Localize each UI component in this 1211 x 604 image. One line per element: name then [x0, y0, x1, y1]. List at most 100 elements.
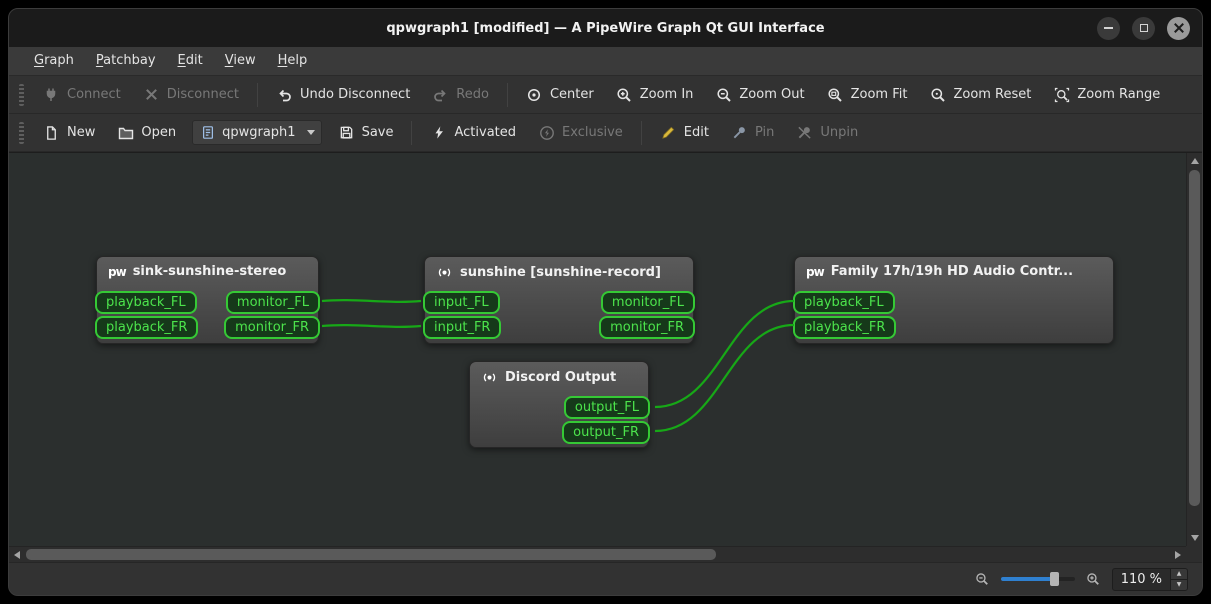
minimize-icon — [1104, 27, 1113, 29]
port-playback-fl[interactable]: playback_FL — [793, 291, 895, 314]
scroll-up-arrow[interactable] — [1187, 153, 1202, 169]
minimize-button[interactable] — [1097, 16, 1120, 40]
maximize-button[interactable] — [1132, 16, 1155, 40]
patchbay-profile-combo[interactable]: qpwgraph1 — [192, 120, 322, 145]
zoom-slider[interactable] — [1000, 571, 1075, 587]
scroll-right-arrow[interactable] — [1170, 547, 1186, 562]
zoom-reset-button[interactable]: Zoom Reset — [919, 80, 1041, 109]
pin-button[interactable]: Pin — [721, 118, 784, 147]
zoom-fit-icon — [827, 86, 844, 103]
horizontal-scroll-thumb[interactable] — [26, 549, 716, 560]
menu-graph[interactable]: Graph — [23, 47, 85, 75]
triangle-up-icon — [1191, 158, 1199, 164]
redo-button[interactable]: Redo — [422, 80, 499, 109]
titlebar[interactable]: qpwgraph1 [modified] — A PipeWire Graph … — [9, 9, 1202, 47]
edit-button[interactable]: Edit — [650, 118, 719, 147]
node-sunshine-record[interactable]: sunshine [sunshine-record] input_FL inpu… — [423, 256, 695, 344]
toolbar-drag-handle[interactable] — [19, 83, 24, 106]
zoom-value: 110 % — [1120, 571, 1162, 587]
node-header: sunshine [sunshine-record] — [425, 257, 693, 281]
menu-edit[interactable]: Edit — [167, 47, 214, 75]
connection-monitor-fr-to-input-fr[interactable] — [321, 324, 422, 328]
exclusive-toggle[interactable]: Exclusive — [528, 118, 633, 147]
disconnect-button[interactable]: Disconnect — [133, 80, 249, 109]
connections-layer — [321, 299, 795, 433]
audio-record-icon — [481, 369, 498, 386]
patchbay-file-icon — [199, 124, 216, 141]
connect-button[interactable]: Connect — [33, 80, 131, 109]
maximize-icon — [1139, 24, 1148, 32]
node-discord-output[interactable]: Discord Output output_FL output_FR — [469, 361, 650, 448]
audio-record-icon — [436, 264, 453, 281]
activated-toggle[interactable]: Activated — [420, 118, 526, 147]
node-title: Discord Output — [505, 370, 617, 385]
save-button[interactable]: Save — [328, 118, 404, 147]
zoom-spinbox[interactable]: 110 % ▲ ▼ — [1111, 567, 1188, 591]
port-playback-fl[interactable]: playback_FL — [95, 291, 197, 314]
zoom-in-icon — [1085, 571, 1102, 588]
vertical-scrollbar[interactable] — [1186, 153, 1202, 546]
pin-icon — [731, 124, 748, 141]
app-window: qpwgraph1 [modified] — A PipeWire Graph … — [8, 8, 1203, 596]
node-title: sink-sunshine-stereo — [132, 264, 287, 279]
new-button[interactable]: New — [33, 118, 105, 147]
port-playback-fr[interactable]: playback_FR — [793, 316, 897, 339]
open-folder-icon — [117, 124, 134, 141]
port-monitor-fr[interactable]: monitor_FR — [224, 316, 320, 339]
menu-help[interactable]: Help — [267, 47, 319, 75]
node-family-hd-audio[interactable]: pw Family 17h/19h HD Audio Contr... play… — [793, 256, 1114, 344]
triangle-down-icon — [1191, 535, 1199, 541]
scrollbar-corner — [1186, 546, 1202, 562]
patchbay-toolbar: New Open qpwgraph1 Save Activated Exclus… — [9, 114, 1202, 152]
port-playback-fr[interactable]: playback_FR — [95, 316, 199, 339]
toolbar-drag-handle[interactable] — [19, 121, 24, 144]
port-monitor-fr[interactable]: monitor_FR — [599, 316, 695, 339]
close-button[interactable] — [1167, 16, 1190, 40]
open-button[interactable]: Open — [107, 118, 186, 147]
disconnect-icon — [143, 86, 160, 103]
zoom-out-button[interactable]: Zoom Out — [705, 80, 814, 109]
port-monitor-fl[interactable]: monitor_FL — [225, 291, 320, 314]
toolbar-separator — [256, 82, 258, 107]
zoom-out-icon — [715, 86, 732, 103]
vertical-scroll-thumb[interactable] — [1189, 170, 1200, 506]
undo-button[interactable]: Undo Disconnect — [266, 80, 420, 109]
menubar: Graph Patchbay Edit View Help — [9, 47, 1202, 76]
horizontal-scrollbar[interactable] — [9, 546, 1186, 562]
pipewire-icon: pw — [806, 264, 825, 279]
zoom-out-icon — [974, 571, 991, 588]
scroll-down-arrow[interactable] — [1187, 530, 1202, 546]
zoom-step-up-button[interactable]: ▲ — [1171, 568, 1187, 579]
window-controls — [1097, 9, 1190, 47]
center-button[interactable]: Center — [516, 80, 604, 109]
save-icon — [338, 124, 355, 141]
graph-canvas[interactable]: pw sink-sunshine-stereo playback_FL play… — [9, 153, 1186, 546]
zoom-slider-handle[interactable] — [1049, 572, 1059, 586]
node-sink-sunshine-stereo[interactable]: pw sink-sunshine-stereo playback_FL play… — [95, 256, 320, 344]
scroll-left-arrow[interactable] — [9, 547, 25, 562]
port-output-fl[interactable]: output_FL — [563, 396, 650, 419]
pipewire-icon: pw — [108, 264, 127, 279]
close-icon — [1174, 23, 1184, 33]
menu-patchbay[interactable]: Patchbay — [85, 47, 167, 75]
connection-monitor-fl-to-input-fl[interactable] — [321, 299, 422, 303]
zoom-range-button[interactable]: Zoom Range — [1043, 80, 1170, 109]
port-input-fr[interactable]: input_FR — [423, 316, 502, 339]
unpin-icon — [796, 124, 813, 141]
window-title: qpwgraph1 [modified] — A PipeWire Graph … — [386, 20, 825, 36]
zoom-in-button[interactable]: Zoom In — [606, 80, 704, 109]
node-title: sunshine [sunshine-record] — [460, 265, 661, 280]
spinbox-arrows: ▲ ▼ — [1170, 568, 1187, 590]
node-title: Family 17h/19h HD Audio Contr... — [830, 264, 1074, 279]
toolbar-separator — [640, 120, 642, 145]
port-output-fr[interactable]: output_FR — [562, 421, 650, 444]
canvas-area: pw sink-sunshine-stereo playback_FL play… — [9, 152, 1202, 562]
zoom-step-down-button[interactable]: ▼ — [1171, 578, 1187, 590]
menu-view[interactable]: View — [214, 47, 267, 75]
toolbar-separator — [506, 82, 508, 107]
zoom-fit-button[interactable]: Zoom Fit — [817, 80, 918, 109]
port-input-fl[interactable]: input_FL — [423, 291, 500, 314]
port-monitor-fl[interactable]: monitor_FL — [600, 291, 695, 314]
unpin-button[interactable]: Unpin — [786, 118, 868, 147]
node-header: pw Family 17h/19h HD Audio Contr... — [795, 257, 1113, 279]
